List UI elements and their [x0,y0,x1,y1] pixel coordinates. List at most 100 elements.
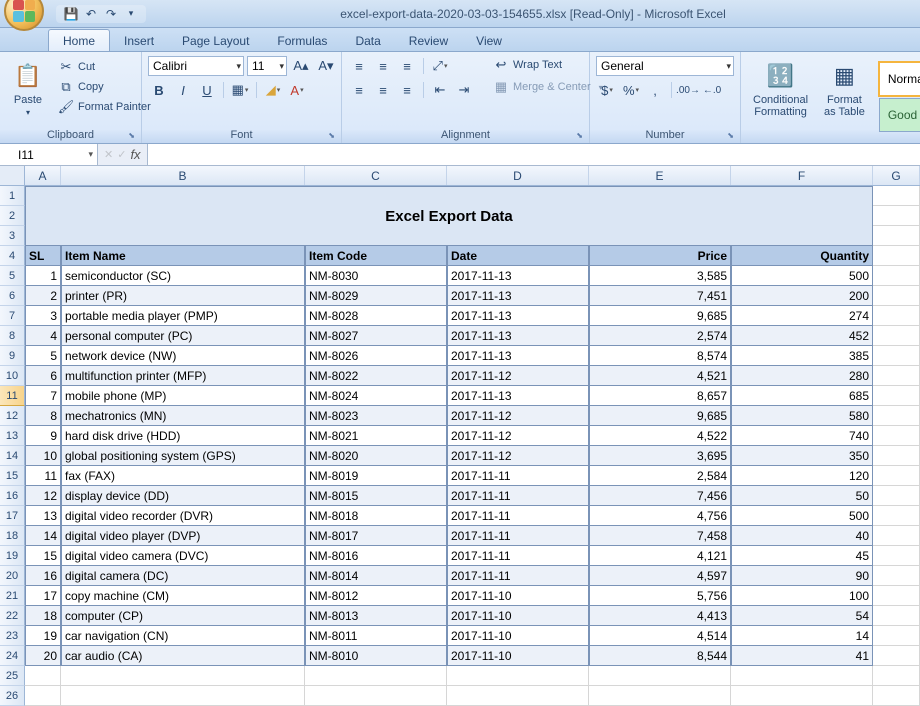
table-cell[interactable]: 350 [731,446,873,466]
increase-indent-button[interactable]: ⇥ [453,80,475,100]
table-cell[interactable]: NM-8030 [305,266,447,286]
tab-formulas[interactable]: Formulas [263,30,341,51]
cell[interactable] [873,226,920,246]
table-cell[interactable]: digital camera (DC) [61,566,305,586]
cell[interactable] [305,686,447,706]
column-header-A[interactable]: A [25,166,61,185]
table-cell[interactable]: NM-8015 [305,486,447,506]
table-cell[interactable]: 9,685 [589,406,731,426]
cell[interactable] [873,666,920,686]
cell[interactable] [731,686,873,706]
cell[interactable] [873,306,920,326]
cell[interactable] [25,686,61,706]
table-cell[interactable]: 500 [731,506,873,526]
table-cell[interactable]: 7,451 [589,286,731,306]
table-cell[interactable]: fax (FAX) [61,466,305,486]
table-cell[interactable]: 2017-11-12 [447,446,589,466]
row-header[interactable]: 21 [0,586,25,606]
cut-button[interactable]: ✂Cut [54,58,155,76]
formula-input[interactable] [148,144,920,165]
align-top-button[interactable]: ≡ [348,56,370,76]
table-cell[interactable]: 2017-11-13 [447,326,589,346]
row-header[interactable]: 26 [0,686,25,706]
table-cell[interactable]: NM-8023 [305,406,447,426]
table-cell[interactable]: semiconductor (SC) [61,266,305,286]
font-name-combo[interactable]: Calibri [148,56,244,76]
row-header[interactable]: 16 [0,486,25,506]
cell[interactable] [61,666,305,686]
table-cell[interactable]: 280 [731,366,873,386]
border-button[interactable]: ▦ [229,80,251,100]
align-center-button[interactable]: ≡ [372,80,394,100]
undo-icon[interactable]: ↶ [84,7,98,21]
table-cell[interactable]: 16 [25,566,61,586]
table-cell[interactable]: NM-8026 [305,346,447,366]
table-cell[interactable]: personal computer (PC) [61,326,305,346]
table-cell[interactable]: 3,695 [589,446,731,466]
name-box[interactable]: I11 [0,144,98,165]
cell[interactable] [873,386,920,406]
table-cell[interactable]: 40 [731,526,873,546]
cell[interactable] [589,666,731,686]
table-cell[interactable]: 2 [25,286,61,306]
cell[interactable] [873,466,920,486]
table-cell[interactable]: 11 [25,466,61,486]
row-header[interactable]: 1 [0,186,25,206]
align-bottom-button[interactable]: ≡ [396,56,418,76]
table-cell[interactable]: 580 [731,406,873,426]
table-cell[interactable]: NM-8027 [305,326,447,346]
column-header-F[interactable]: F [731,166,873,185]
cell[interactable] [873,246,920,266]
table-cell[interactable]: 200 [731,286,873,306]
table-cell[interactable]: NM-8011 [305,626,447,646]
format-painter-button[interactable]: 🖌Format Painter [54,98,155,116]
table-cell[interactable]: NM-8010 [305,646,447,666]
table-cell[interactable]: NM-8021 [305,426,447,446]
cell-style-normal[interactable]: Normal [879,62,920,96]
table-cell[interactable]: 2,574 [589,326,731,346]
cell[interactable] [447,666,589,686]
cell[interactable] [873,346,920,366]
font-size-combo[interactable]: 11 [247,56,287,76]
row-header[interactable]: 11 [0,386,25,406]
table-cell[interactable]: network device (NW) [61,346,305,366]
table-cell[interactable]: 4 [25,326,61,346]
merge-center-button[interactable]: ▦Merge & Center▾ [489,78,607,96]
decrease-decimal-button[interactable]: ←.0 [701,80,723,100]
column-header-G[interactable]: G [873,166,920,185]
table-cell[interactable]: NM-8029 [305,286,447,306]
row-header[interactable]: 4 [0,246,25,266]
row-header[interactable]: 22 [0,606,25,626]
table-cell[interactable]: NM-8016 [305,546,447,566]
save-icon[interactable]: 💾 [64,7,78,21]
increase-font-button[interactable]: A▴ [290,56,312,76]
copy-button[interactable]: ⧉Copy [54,78,155,96]
table-cell[interactable]: NM-8020 [305,446,447,466]
cell[interactable] [447,686,589,706]
table-cell[interactable]: 685 [731,386,873,406]
table-cell[interactable]: 1 [25,266,61,286]
table-cell[interactable]: 3,585 [589,266,731,286]
table-cell[interactable]: 2017-11-13 [447,266,589,286]
decrease-indent-button[interactable]: ⇤ [429,80,451,100]
table-cell[interactable]: NM-8028 [305,306,447,326]
orientation-button[interactable]: ⤢ [429,56,451,76]
table-cell[interactable]: 2017-11-10 [447,606,589,626]
cell[interactable] [589,686,731,706]
table-cell[interactable]: NM-8024 [305,386,447,406]
table-cell[interactable]: 100 [731,586,873,606]
tab-home[interactable]: Home [48,29,110,51]
cell[interactable] [25,666,61,686]
bold-button[interactable]: B [148,80,170,100]
table-cell[interactable]: 90 [731,566,873,586]
table-cell[interactable]: 385 [731,346,873,366]
row-header[interactable]: 3 [0,226,25,246]
table-cell[interactable]: NM-8018 [305,506,447,526]
table-cell[interactable]: hard disk drive (HDD) [61,426,305,446]
column-header-B[interactable]: B [61,166,305,185]
table-cell[interactable]: 14 [731,626,873,646]
table-cell[interactable]: 41 [731,646,873,666]
table-cell[interactable]: 5 [25,346,61,366]
table-cell[interactable]: 50 [731,486,873,506]
table-cell[interactable]: 45 [731,546,873,566]
